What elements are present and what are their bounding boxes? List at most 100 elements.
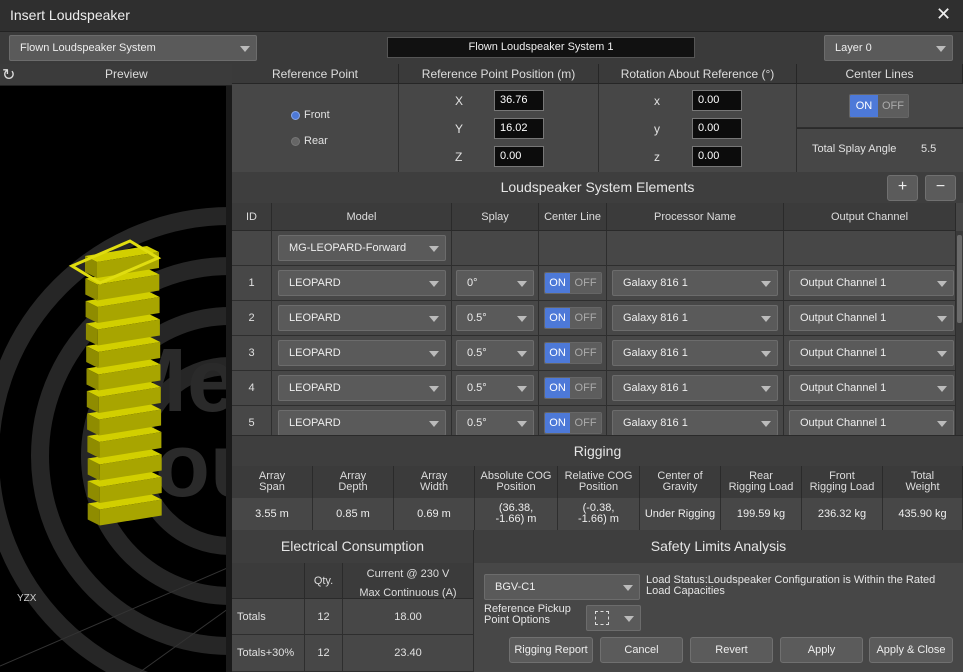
center-line-on[interactable]: ON — [545, 343, 571, 363]
position-header: Reference Point Position (m) — [399, 64, 599, 84]
rot-z-input[interactable]: 0.00 — [692, 146, 742, 167]
center-line-on[interactable]: ON — [545, 413, 571, 433]
chevron-down-icon — [937, 351, 947, 357]
system-type-select[interactable]: Flown Loudspeaker System — [9, 35, 257, 61]
add-element-button[interactable]: + — [887, 175, 918, 201]
elec-row-current: 23.40 — [343, 635, 474, 672]
center-line-toggle[interactable]: ON OFF — [544, 342, 602, 364]
center-line-on[interactable]: ON — [545, 273, 571, 293]
chevron-down-icon — [761, 281, 771, 287]
center-lines-toggle[interactable]: ON OFF — [849, 94, 909, 118]
rigging-title: Rigging — [573, 443, 622, 459]
splay-select[interactable]: 0.5° — [456, 375, 534, 401]
rigging-header: Relative COG Position — [558, 466, 640, 498]
pos-x-input[interactable]: 36.76 — [494, 90, 544, 111]
processor-value: Galaxy 816 1 — [623, 417, 688, 429]
splay-select[interactable]: 0.5° — [456, 340, 534, 366]
center-line-off[interactable]: OFF — [570, 413, 601, 433]
pickup-options-select[interactable] — [586, 605, 641, 631]
rigging-header-line: Span — [259, 481, 285, 493]
front-label: Front — [304, 109, 330, 121]
elec-row-qty: 12 — [305, 599, 343, 635]
revert-button[interactable]: Revert — [690, 637, 773, 663]
center-line-off[interactable]: OFF — [570, 378, 601, 398]
center-line-toggle[interactable]: ON OFF — [544, 377, 602, 399]
rigging-header-line: Rigging Load — [809, 481, 875, 493]
splay-select[interactable]: 0.5° — [456, 305, 534, 331]
processor-select[interactable]: Galaxy 816 1 — [612, 410, 778, 435]
layer-value: Layer 0 — [835, 42, 872, 54]
center-line-off[interactable]: OFF — [570, 308, 601, 328]
processor-select[interactable]: Galaxy 816 1 — [612, 305, 778, 331]
safety-title: Safety Limits Analysis — [650, 538, 787, 554]
refresh-icon[interactable]: ↻ — [2, 65, 15, 85]
processor-select[interactable]: Galaxy 816 1 — [612, 340, 778, 366]
center-line-toggle[interactable]: ON OFF — [544, 412, 602, 434]
default-model-select[interactable]: MG-LEOPARD-Forward — [278, 235, 446, 261]
rear-radio[interactable] — [291, 137, 300, 146]
model-select[interactable]: LEOPARD — [278, 375, 446, 401]
close-icon[interactable]: ✕ — [936, 4, 951, 25]
center-line-toggle[interactable]: ON OFF — [544, 272, 602, 294]
model-value: LEOPARD — [289, 347, 341, 359]
elec-row-label: Totals+30% — [232, 635, 305, 672]
current-header: Current @ 230 V Max Continuous (A) — [343, 563, 474, 599]
processor-select[interactable]: Galaxy 816 1 — [612, 270, 778, 296]
output-channel-select[interactable]: Output Channel 1 — [789, 270, 954, 296]
pos-z-input[interactable]: 0.00 — [494, 146, 544, 167]
center-line-toggle[interactable]: ON OFF — [544, 307, 602, 329]
rigging-report-button[interactable]: Rigging Report — [509, 637, 593, 663]
chevron-down-icon — [429, 316, 439, 322]
model-select[interactable]: LEOPARD — [278, 410, 446, 435]
preview-canvas[interactable]: Me Sou YZX — [0, 86, 232, 672]
processor-value: Galaxy 816 1 — [623, 277, 688, 289]
rigging-header: Absolute COG Position — [475, 466, 558, 498]
pos-y-input[interactable]: 16.02 — [494, 118, 544, 139]
center-lines-off[interactable]: OFF — [878, 95, 908, 117]
rot-x-input[interactable]: 0.00 — [692, 90, 742, 111]
model-select[interactable]: LEOPARD — [278, 270, 446, 296]
chevron-down-icon — [937, 386, 947, 392]
remove-element-button[interactable]: − — [925, 175, 956, 201]
model-select[interactable]: LEOPARD — [278, 305, 446, 331]
center-line-off[interactable]: OFF — [570, 273, 601, 293]
processor-select[interactable]: Galaxy 816 1 — [612, 375, 778, 401]
apply-button[interactable]: Apply — [780, 637, 863, 663]
elements-scroll-thumb[interactable] — [957, 235, 962, 323]
center-lines-on[interactable]: ON — [850, 95, 878, 117]
chevron-down-icon — [937, 281, 947, 287]
splay-select[interactable]: 0° — [456, 270, 534, 296]
default-row-empty-cell — [784, 231, 956, 266]
output-channel-select[interactable]: Output Channel 1 — [789, 375, 954, 401]
system-name-input[interactable]: Flown Loudspeaker System 1 — [387, 37, 695, 58]
splay-select[interactable]: 0.5° — [456, 410, 534, 435]
apply-close-button[interactable]: Apply & Close — [869, 637, 953, 663]
output-channel-select[interactable]: Output Channel 1 — [789, 305, 954, 331]
pos-y-label: Y — [455, 122, 464, 136]
window-title: Insert Loudspeaker — [10, 7, 130, 23]
rigging-value: 3.55 m — [232, 498, 313, 530]
front-radio[interactable] — [291, 111, 300, 120]
chevron-down-icon — [761, 351, 771, 357]
model-select[interactable]: LEOPARD — [278, 340, 446, 366]
rot-y-input[interactable]: 0.00 — [692, 118, 742, 139]
output-channel-select[interactable]: Output Channel 1 — [789, 340, 954, 366]
layer-select[interactable]: Layer 0 — [824, 35, 953, 61]
chevron-down-icon — [761, 316, 771, 322]
standard-select[interactable]: BGV-C1 — [484, 574, 640, 600]
center-line-off[interactable]: OFF — [570, 343, 601, 363]
model-value: LEOPARD — [289, 277, 341, 289]
processor-value: Galaxy 816 1 — [623, 312, 688, 324]
rigging-value-line: -1.66) m — [495, 513, 537, 525]
current-header-line-1: Current @ 230 V — [366, 568, 450, 580]
rot-y-label: y — [654, 122, 660, 136]
cancel-button[interactable]: Cancel — [600, 637, 683, 663]
center-line-on[interactable]: ON — [545, 308, 571, 328]
col-header: Center Line — [539, 203, 607, 231]
rigging-title-bar: Rigging — [232, 435, 963, 466]
chevron-down-icon — [624, 616, 634, 622]
center-line-on[interactable]: ON — [545, 378, 571, 398]
output-channel-select[interactable]: Output Channel 1 — [789, 410, 954, 435]
title-bar: Insert Loudspeaker ✕ — [0, 0, 963, 32]
elements-scrollbar[interactable] — [956, 231, 963, 435]
